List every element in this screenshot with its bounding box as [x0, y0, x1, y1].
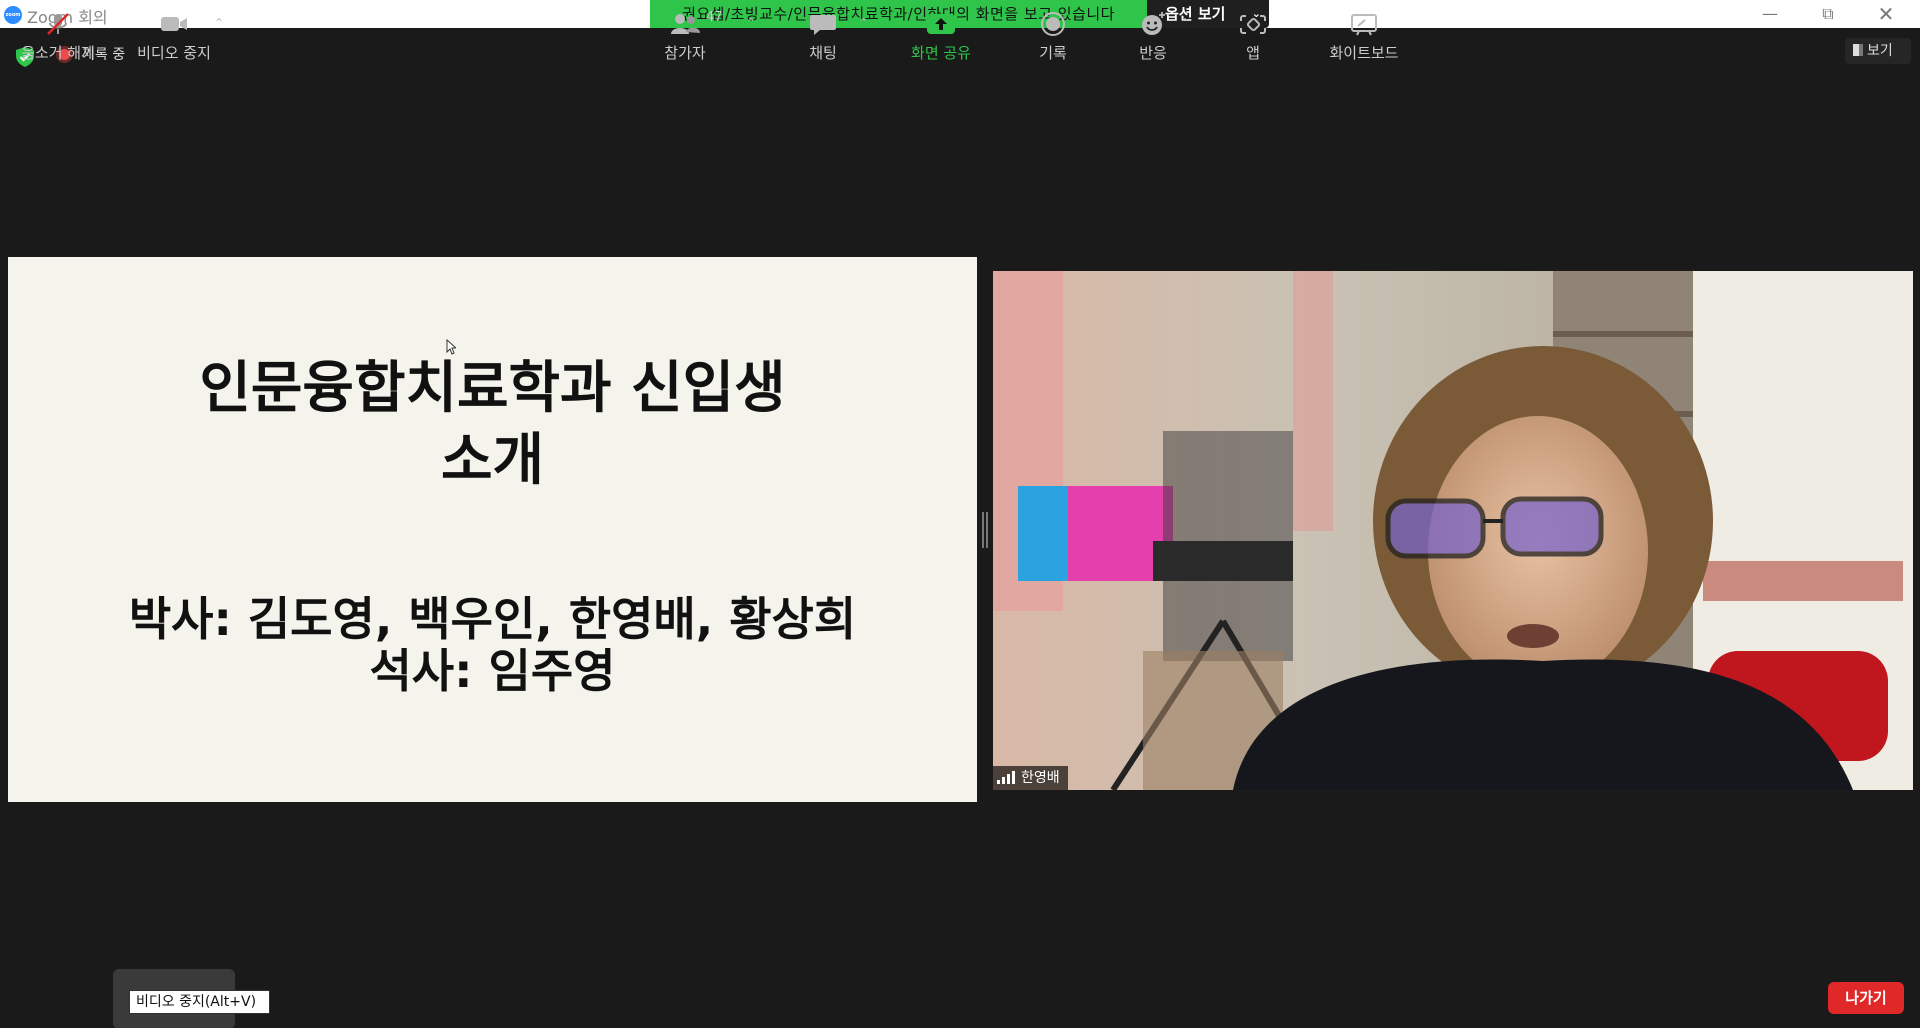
participants-icon	[671, 14, 700, 34]
participant-video-tile[interactable]: 한영배	[993, 271, 1913, 790]
share-screen-label: 화면 공유	[911, 44, 971, 62]
whiteboard-label: 화이트보드	[1329, 44, 1399, 62]
record-button[interactable]: 기록	[1022, 0, 1084, 66]
share-screen-button[interactable]: 화면 공유	[900, 0, 982, 66]
unmute-label: 음소거 해제	[21, 44, 95, 62]
participant-name-tag: 한영배	[993, 766, 1068, 790]
chevron-up-icon[interactable]: ⌃	[92, 16, 102, 30]
mouse-cursor-icon	[446, 339, 456, 355]
minimize-icon[interactable]: —	[1742, 0, 1798, 28]
stop-video-button[interactable]: 비디오 중지	[122, 0, 226, 66]
apps-label: 앱	[1246, 44, 1260, 62]
stop-video-tooltip: 비디오 중지(Alt+V)	[129, 990, 270, 1014]
slide-title-line-2: 소개	[440, 428, 545, 493]
signal-strength-icon	[997, 770, 1015, 784]
share-screen-icon	[927, 14, 955, 34]
stop-video-label: 비디오 중지	[137, 44, 211, 62]
chat-button[interactable]: 채팅	[792, 0, 854, 66]
reactions-label: 반응	[1139, 44, 1167, 62]
view-label: 보기	[1867, 43, 1893, 59]
apps-button[interactable]: 앱	[1222, 0, 1284, 66]
participants-label: 참가자	[664, 44, 706, 62]
slide-doctoral-students: 박사: 김도영, 백우인, 한영배, 황상희	[128, 592, 857, 646]
close-icon[interactable]: ✕	[1858, 0, 1914, 28]
chat-bubble-icon	[810, 15, 836, 35]
record-label: 기록	[1039, 44, 1067, 62]
participants-button[interactable]: 47 참가자	[646, 0, 724, 66]
reaction-smiley-icon	[1142, 12, 1165, 35]
video-camera-icon	[161, 17, 187, 31]
meeting-toolbar	[0, 962, 1920, 1028]
slide-title-line-1: 인문융합치료학과 신입생	[199, 356, 786, 421]
chevron-up-icon[interactable]: ⌃	[214, 16, 224, 30]
whiteboard-button[interactable]: 화이트보드	[1318, 0, 1410, 66]
slide-title: 인문융합치료학과 신입생 소개	[8, 353, 977, 497]
chevron-up-icon[interactable]: ⌃	[858, 16, 868, 30]
chevron-up-icon[interactable]: ⌃	[746, 16, 756, 30]
chevron-up-icon[interactable]: ⌃	[1180, 16, 1190, 30]
pane-splitter-handle[interactable]	[982, 512, 988, 548]
restore-icon[interactable]: ⧉	[1800, 0, 1856, 28]
unmute-button[interactable]: 음소거 해제	[10, 0, 106, 66]
participant-video-feed	[993, 271, 1913, 790]
participant-name: 한영배	[1021, 770, 1060, 786]
whiteboard-icon	[1351, 14, 1377, 36]
record-icon	[1041, 12, 1065, 36]
apps-icon	[1240, 15, 1266, 34]
chat-label: 채팅	[809, 44, 837, 62]
reactions-button[interactable]: 반응	[1122, 0, 1184, 66]
muted-mic-icon	[47, 13, 69, 35]
participants-count-badge: 47	[706, 10, 723, 25]
slide-masters-students: 석사: 임주영	[369, 644, 616, 698]
shared-screen-slide: 인문융합치료학과 신입생 소개 박사: 김도영, 백우인, 한영배, 황상희 석…	[8, 257, 977, 802]
view-layout-icon	[1853, 44, 1863, 56]
leave-meeting-button[interactable]: 나가기	[1828, 982, 1904, 1014]
view-layout-button[interactable]: 보기	[1845, 38, 1911, 64]
zoom-meeting-window: zoom Zoom 회의 — ⧉ ✕ 권요셉/초빙교수/인문융합치료학과/인하대…	[0, 0, 1920, 1028]
